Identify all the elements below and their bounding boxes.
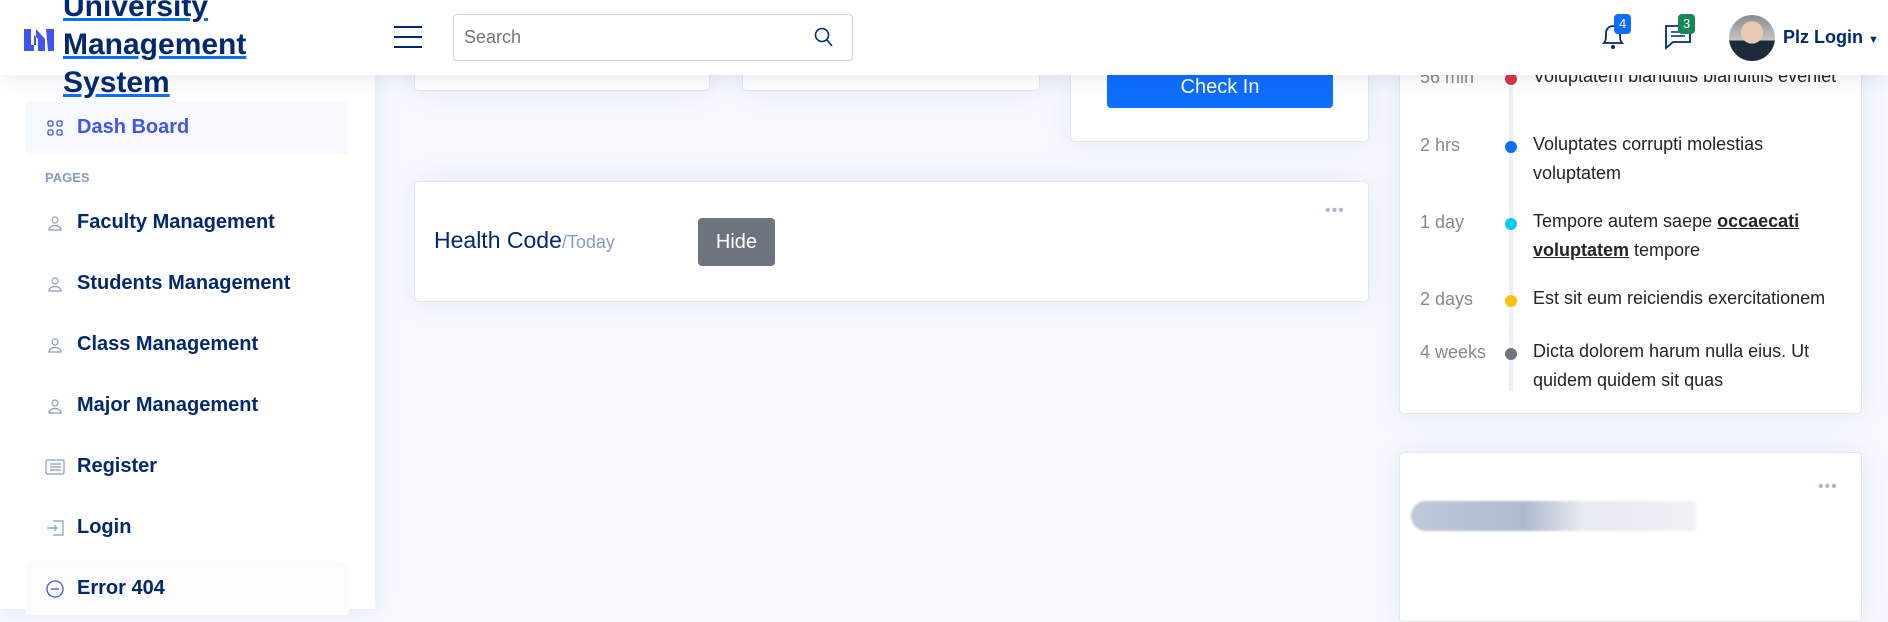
sidebar-item-error-404[interactable]: Error 404 [25, 562, 349, 615]
person-icon [45, 215, 65, 231]
person-icon [45, 276, 65, 292]
search-input[interactable] [464, 27, 784, 48]
sidebar-item-label: Dash Board [77, 116, 190, 138]
timeline-text-part: tempore [1629, 240, 1701, 260]
sidebar-item-faculty[interactable]: Faculty Management [25, 196, 349, 249]
top-header: 4 3 Plz Login ▼ [0, 0, 1888, 75]
sidebar-item-label: Faculty Management [77, 211, 275, 233]
sidebar-item-label: Students Management [77, 272, 291, 294]
sidebar-section-heading: PAGES [45, 170, 90, 185]
sidebar-item-dashboard[interactable]: Dash Board [25, 101, 349, 154]
card-title: Health Code [434, 227, 562, 253]
message-badge: 3 [1678, 14, 1696, 34]
sidebar-item-label: Error 404 [77, 577, 165, 599]
sidebar-item-students[interactable]: Students Management [25, 257, 349, 310]
sidebar-item-label: Class Management [77, 333, 259, 355]
sidebar-item-login[interactable]: Login [25, 501, 349, 554]
app-title-line: Management [63, 28, 247, 61]
box-arrow-in-icon [45, 519, 65, 536]
search-bar [453, 14, 853, 61]
timeline-dot [1505, 295, 1517, 307]
sidebar-item-label: Register [77, 455, 158, 477]
timeline-time: 2 days [1420, 289, 1474, 309]
sidebar-item-label: Major Management [77, 394, 259, 416]
caret-down-icon: ▼ [1868, 34, 1879, 46]
person-icon [45, 337, 65, 353]
person-icon [45, 398, 65, 414]
sidebar-toggle-button[interactable] [394, 26, 422, 48]
timeline-text: Dicta dolorem harum nulla eius. Ut quide… [1533, 341, 1810, 390]
timeline-time: 2 hrs [1420, 135, 1461, 155]
app-title-line: University [63, 0, 209, 23]
card-subtitle: /Today [561, 232, 615, 252]
timeline-line [1509, 41, 1513, 391]
timeline-time: 1 day [1420, 212, 1465, 232]
sidebar: Dash Board PAGES Faculty Management Stud… [0, 75, 375, 615]
more-options-icon[interactable]: ••• [1325, 202, 1345, 220]
timeline-time: 4 weeks [1420, 342, 1487, 362]
notification-badge: 4 [1614, 14, 1632, 34]
timeline-text: Voluptates corrupti molestias voluptatem [1533, 134, 1764, 183]
sidebar-item-class[interactable]: Class Management [25, 318, 349, 371]
grid-icon [45, 119, 65, 136]
app-title-line: System [63, 66, 170, 99]
user-dropdown[interactable]: Plz Login ▼ [1783, 27, 1879, 48]
app-title[interactable]: University Management System [63, 0, 246, 102]
health-code-title: Health Code/Today [434, 227, 615, 254]
health-code-card: Health Code/Today Hide ••• [414, 181, 1369, 302]
user-name: Plz Login [1783, 27, 1863, 47]
sidebar-item-major[interactable]: Major Management [25, 379, 349, 432]
timeline-dot [1505, 141, 1517, 153]
timeline-text: Est sit eum reiciendis exercitationem [1533, 288, 1826, 308]
timeline-dot [1505, 348, 1517, 360]
search-icon[interactable] [814, 27, 834, 49]
sidebar-item-register[interactable]: Register [25, 440, 349, 493]
secondary-card: ••• [1399, 452, 1862, 622]
logo-icon[interactable] [24, 27, 56, 53]
timeline-dot [1505, 218, 1517, 230]
timeline-text: Tempore autem saepe occaecati voluptatem… [1533, 207, 1853, 265]
recent-activity-card: 56 min Voluptatem blanditiis blanditiis … [1399, 20, 1862, 414]
avatar[interactable] [1729, 15, 1775, 61]
timeline-text-part: Tempore autem saepe [1533, 211, 1718, 231]
hide-button[interactable]: Hide [698, 218, 775, 266]
more-options-icon[interactable]: ••• [1818, 478, 1838, 496]
sidebar-item-label: Login [77, 516, 132, 538]
dash-circle-icon [45, 579, 65, 598]
card-list-icon [45, 458, 65, 475]
loading-placeholder [1411, 501, 1696, 531]
